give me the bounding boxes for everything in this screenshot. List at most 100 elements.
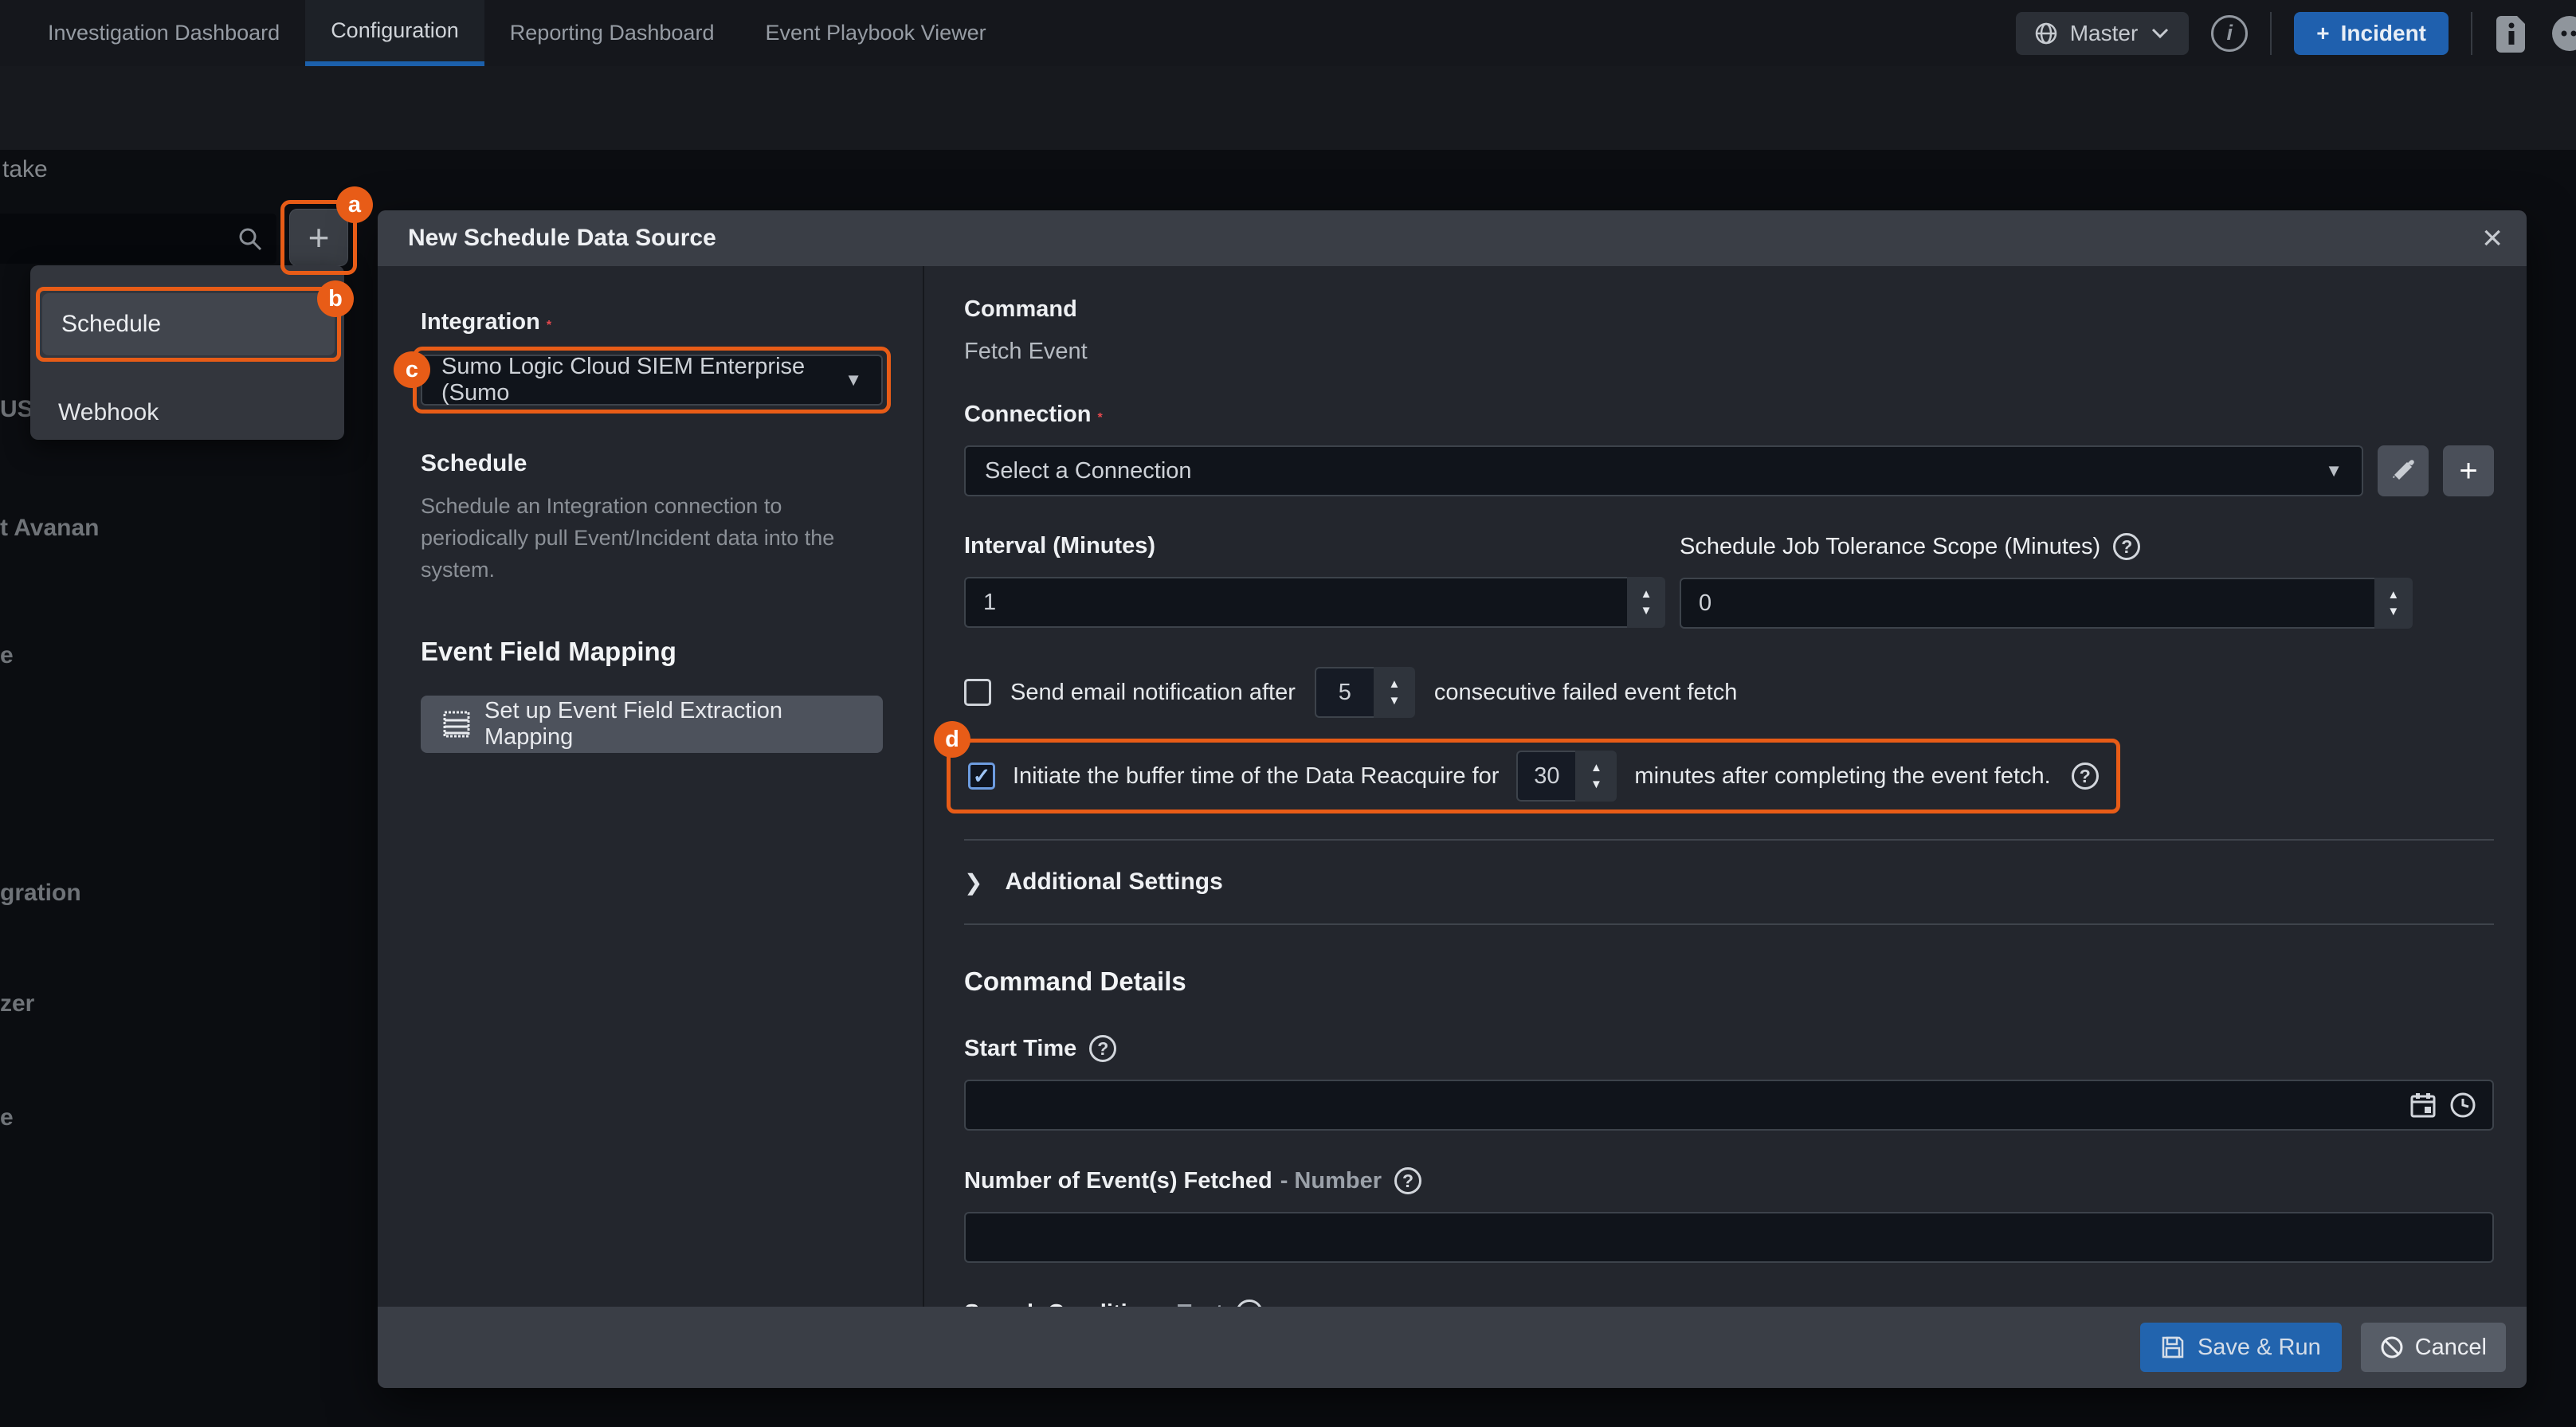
spin-down-icon[interactable]: ▼ — [1388, 695, 1400, 707]
master-label: Master — [2070, 21, 2139, 46]
tab-configuration[interactable]: Configuration — [305, 0, 484, 66]
new-schedule-data-source-modal: New Schedule Data Source × Integration* … — [378, 210, 2527, 1388]
buffer-time-checkbox[interactable]: ✓ — [968, 763, 995, 790]
tolerance-stepper[interactable]: ▲ ▼ — [2374, 578, 2413, 629]
close-icon[interactable]: × — [2482, 221, 2503, 256]
email-count-input[interactable]: 5 — [1315, 667, 1374, 718]
save-and-run-label: Save & Run — [2198, 1335, 2321, 1361]
command-details-heading: Command Details — [964, 966, 2494, 997]
modal-body: Integration* Sumo Logic Cloud SIEM Enter… — [378, 266, 2527, 1307]
tab-reporting-dashboard[interactable]: Reporting Dashboard — [484, 0, 740, 66]
pencil-icon — [2390, 457, 2417, 484]
save-and-run-button[interactable]: Save & Run — [2140, 1323, 2342, 1372]
chevron-right-icon: ❯ — [964, 869, 982, 896]
menu-item-webhook[interactable]: Webhook — [49, 393, 320, 433]
topbar-right-controls: Master i + Incident — [2016, 0, 2576, 66]
buffer-minutes-input[interactable]: 30 — [1516, 751, 1575, 802]
sidebar-search-input[interactable] — [0, 214, 276, 264]
divider — [964, 923, 2494, 925]
sidebar-partial-label: e — [0, 642, 14, 669]
spin-up-icon[interactable]: ▲ — [1641, 588, 1653, 600]
email-count-input-group: 5 ▲ ▼ — [1315, 667, 1415, 718]
spin-down-icon[interactable]: ▼ — [2387, 606, 2399, 617]
spin-up-icon[interactable]: ▲ — [2387, 589, 2399, 601]
integration-selected-value: Sumo Logic Cloud SIEM Enterprise (Sumo — [441, 354, 845, 406]
tab-event-playbook-viewer[interactable]: Event Playbook Viewer — [739, 0, 1011, 66]
interval-label: Interval (Minutes) — [964, 533, 1665, 559]
chat-dots-icon[interactable] — [2551, 14, 2576, 53]
setup-field-extraction-mapping-button[interactable]: Set up Event Field Extraction Mapping — [421, 696, 883, 753]
calendar-icon[interactable] — [2409, 1092, 2437, 1119]
events-fetched-label: Number of Event(s) Fetched — [964, 1168, 1272, 1194]
modal-left-panel: Integration* Sumo Logic Cloud SIEM Enter… — [378, 266, 924, 1307]
caret-down-icon: ▼ — [845, 370, 862, 390]
clock-icon[interactable] — [2449, 1092, 2476, 1119]
add-data-source-button[interactable]: + — [289, 209, 348, 266]
info-icon[interactable]: i — [2211, 15, 2248, 52]
tolerance-input-group: 0 ▲ ▼ — [1680, 578, 2413, 629]
annotation-marker-a: a — [336, 186, 373, 223]
schedule-description: Schedule an Integration connection to pe… — [421, 490, 835, 586]
help-icon[interactable]: ? — [2072, 763, 2099, 790]
document-info-icon[interactable] — [2495, 14, 2528, 53]
buffer-minutes-input-group: 30 ▲ ▼ — [1516, 751, 1617, 802]
spin-down-icon[interactable]: ▼ — [1590, 778, 1602, 790]
search-icon — [237, 225, 264, 253]
email-notification-checkbox[interactable] — [964, 679, 991, 706]
table-grid-icon — [443, 711, 470, 738]
connection-label: Connection — [964, 402, 1092, 427]
plus-icon: + — [308, 216, 330, 259]
connection-select[interactable]: Select a Connection ▼ — [964, 445, 2363, 496]
caret-down-icon: ▼ — [2325, 461, 2343, 481]
help-icon[interactable]: ? — [2113, 533, 2140, 560]
sidebar-partial-label: gration — [0, 880, 81, 907]
connection-placeholder: Select a Connection — [985, 458, 1192, 484]
email-notification-row: Send email notification after 5 ▲ ▼ cons… — [964, 667, 2494, 718]
spin-up-icon[interactable]: ▲ — [1388, 678, 1400, 690]
email-text-after: consecutive failed event fetch — [1434, 680, 1737, 706]
spin-down-icon[interactable]: ▼ — [1641, 605, 1653, 617]
additional-settings-label: Additional Settings — [1005, 868, 1222, 896]
interval-input[interactable]: 1 — [964, 577, 1627, 628]
nav-tabs: Investigation Dashboard Configuration Re… — [22, 0, 1012, 66]
sidebar-partial-label: t Avanan — [0, 515, 99, 542]
email-count-stepper[interactable]: ▲ ▼ — [1374, 667, 1415, 718]
additional-settings-toggle[interactable]: ❯ Additional Settings — [964, 841, 2494, 923]
save-icon — [2161, 1335, 2185, 1359]
add-source-dropdown-menu: Schedule Webhook — [30, 265, 344, 440]
help-icon[interactable]: ? — [1394, 1167, 1421, 1194]
tolerance-label: Schedule Job Tolerance Scope (Minutes) — [1680, 534, 2100, 560]
add-connection-button[interactable]: + — [2443, 445, 2494, 496]
top-navigation-bar: Investigation Dashboard Configuration Re… — [0, 0, 2576, 66]
interval-stepper[interactable]: ▲ ▼ — [1627, 577, 1665, 628]
events-fetched-input[interactable] — [964, 1212, 2494, 1263]
topbar-divider — [2270, 12, 2272, 55]
topbar-divider-2 — [2471, 12, 2472, 55]
spin-up-icon[interactable]: ▲ — [1590, 762, 1602, 774]
cancel-button[interactable]: Cancel — [2361, 1323, 2506, 1372]
master-selector[interactable]: Master — [2016, 12, 2190, 55]
globe-icon — [2035, 22, 2057, 45]
integration-select[interactable]: Sumo Logic Cloud SIEM Enterprise (Sumo ▼ — [421, 355, 883, 406]
add-incident-button[interactable]: + Incident — [2294, 12, 2449, 55]
start-time-label: Start Time — [964, 1036, 1076, 1062]
edit-connection-button[interactable] — [2378, 445, 2429, 496]
sidebar-partial-label: e — [0, 1104, 14, 1131]
required-marker: * — [547, 319, 551, 332]
help-icon[interactable]: ? — [1089, 1035, 1116, 1062]
no-entry-icon — [2380, 1335, 2404, 1359]
annotation-marker-d: d — [934, 721, 970, 758]
menu-item-schedule[interactable]: Schedule — [42, 293, 335, 355]
interval-input-group: 1 ▲ ▼ — [964, 577, 1665, 628]
background-band — [0, 66, 2576, 150]
start-time-input[interactable] — [964, 1080, 2494, 1131]
events-fetched-type: - Number — [1280, 1168, 1382, 1194]
plus-icon: + — [2316, 21, 2329, 46]
modal-header: New Schedule Data Source × — [378, 210, 2527, 266]
buffer-minutes-stepper[interactable]: ▲ ▼ — [1575, 751, 1617, 802]
command-value: Fetch Event — [964, 339, 2494, 365]
sidebar-partial-label: zer — [0, 990, 34, 1017]
tab-investigation-dashboard[interactable]: Investigation Dashboard — [22, 0, 305, 66]
tolerance-input[interactable]: 0 — [1680, 578, 2374, 629]
mapping-button-label: Set up Event Field Extraction Mapping — [484, 698, 861, 751]
